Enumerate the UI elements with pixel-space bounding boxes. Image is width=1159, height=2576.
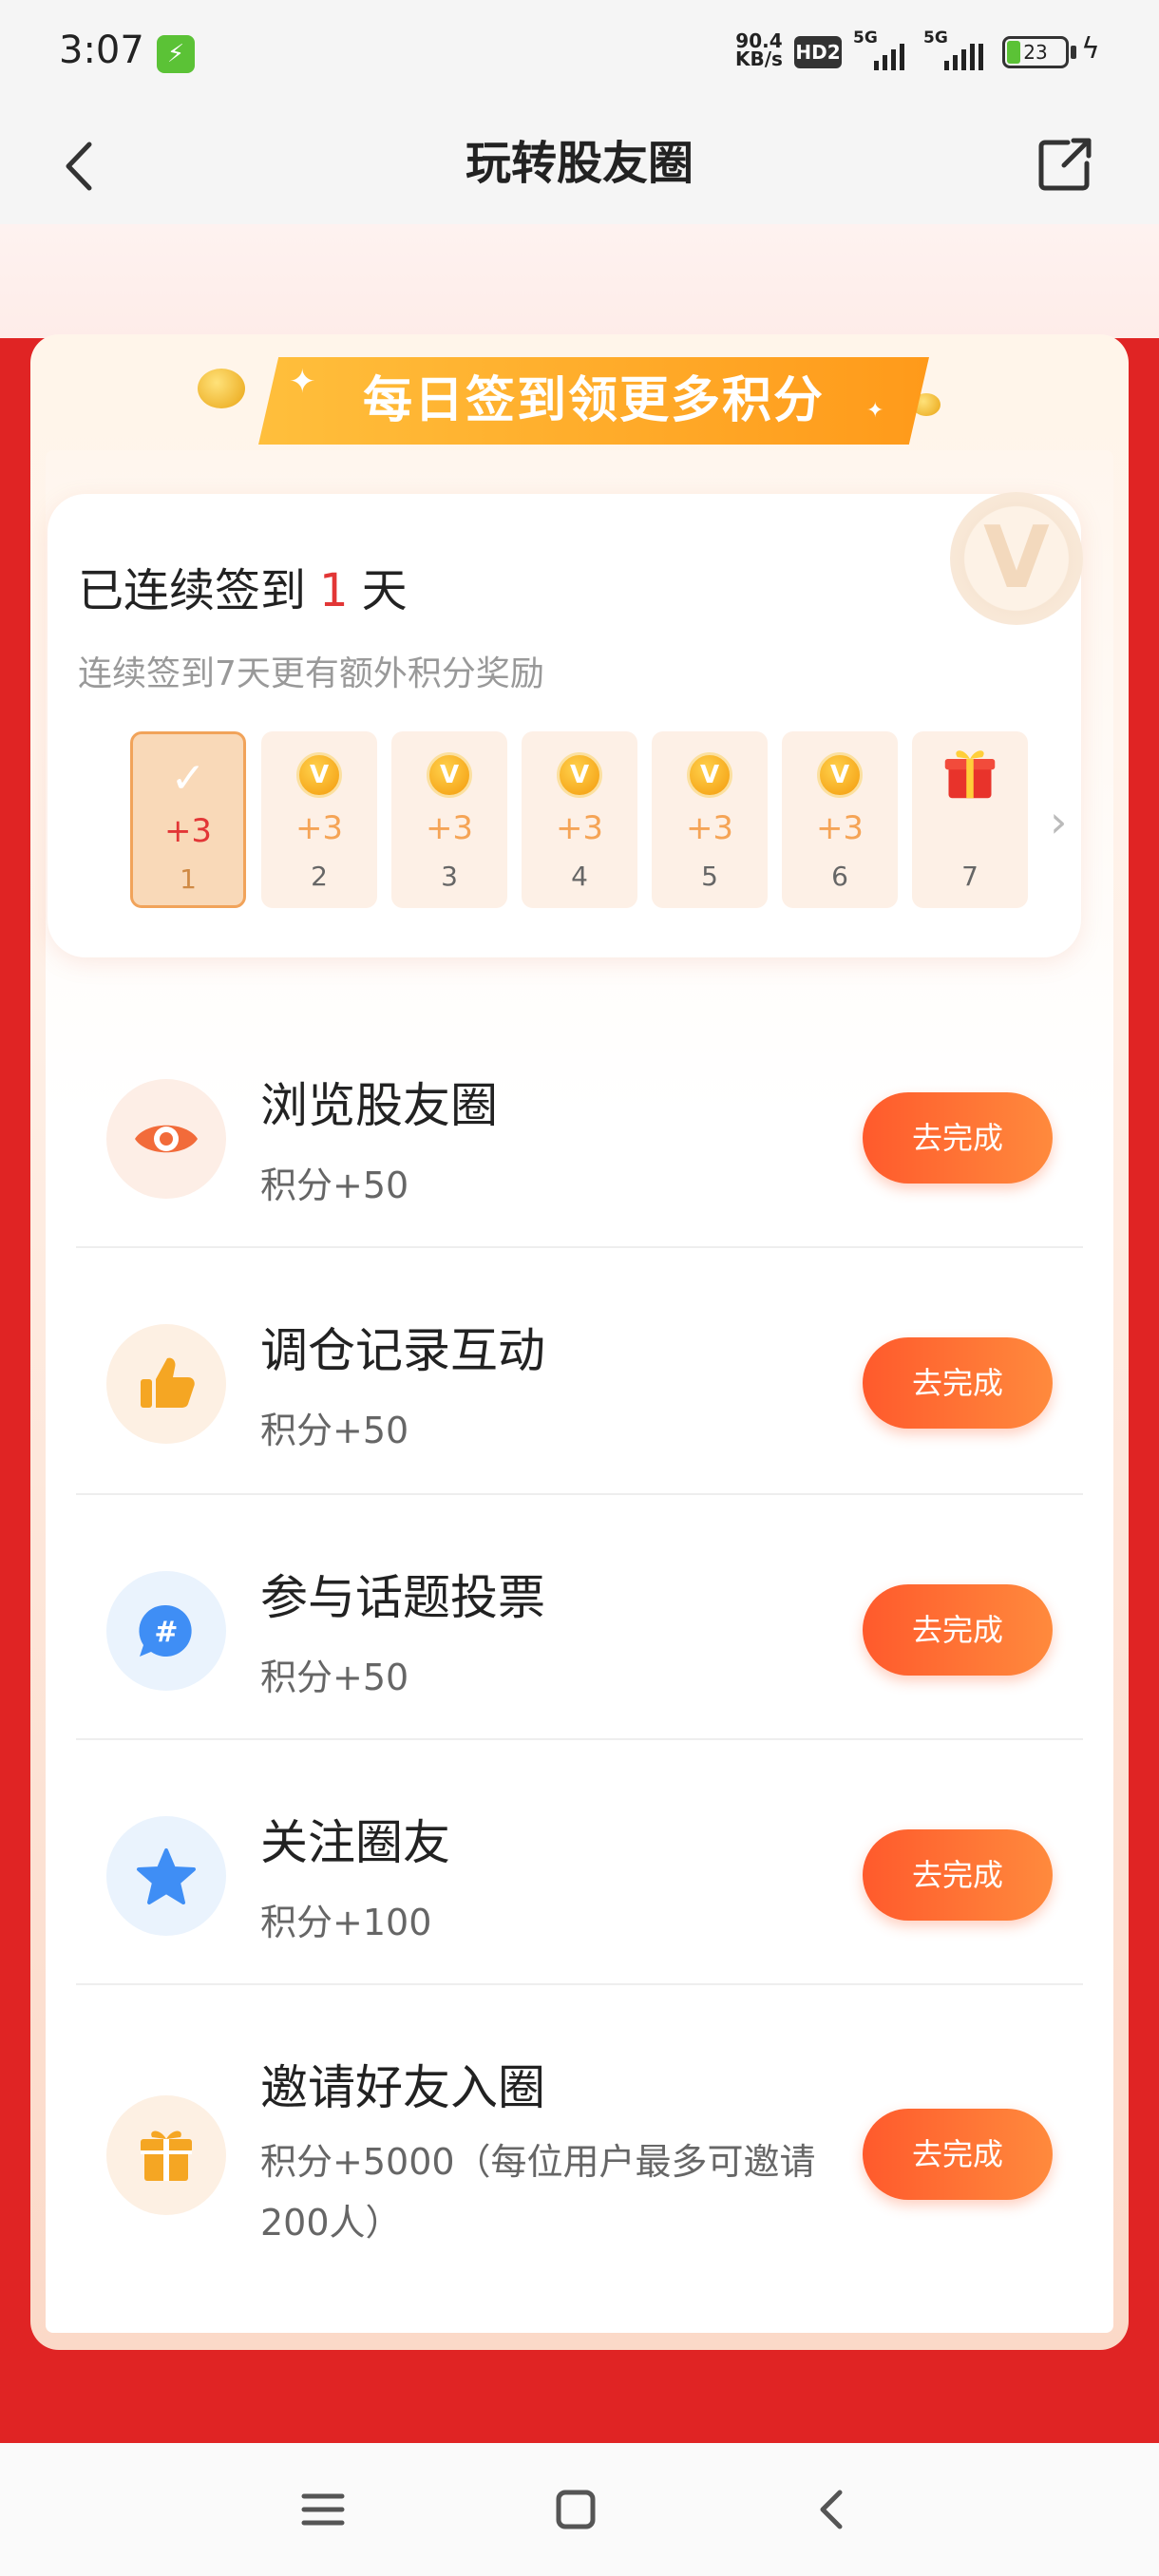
network-speed-unit: KB/s (735, 47, 783, 70)
share-button[interactable] (1032, 131, 1098, 198)
signal-icon: 5G (923, 28, 992, 70)
signal-icon: 5G (853, 28, 914, 70)
system-back-button[interactable] (804, 2481, 861, 2538)
coin-decoration-icon (198, 369, 245, 408)
signal-label: 5G (923, 28, 948, 47)
task-points: 积分+100 (260, 1902, 432, 1943)
v-coin-icon: V (687, 752, 732, 798)
sparkle-icon: ✦ (289, 363, 316, 401)
v-coin-icon: V (817, 752, 863, 798)
nav-bar: 玩转股友圈 (0, 104, 1159, 224)
hd-badge: HD2 (794, 36, 842, 68)
charging-icon: ⚡ (157, 35, 195, 73)
task-row: 浏览股友圈 积分+50 去完成 (76, 1028, 1083, 1248)
checkin-day-4[interactable]: V +3 4 (522, 731, 637, 908)
day-reward: +3 (555, 809, 604, 847)
gift-box-icon (944, 750, 996, 799)
day-reward: +3 (163, 812, 213, 850)
checkmark-icon: ✓ (170, 754, 206, 803)
checkin-days-count: 1 (319, 564, 349, 617)
day-number: 1 (180, 863, 197, 895)
v-coin-icon: V (427, 752, 472, 798)
v-coin-icon: V (557, 752, 602, 798)
task-title: 关注圈友 (260, 1815, 450, 1870)
task-points: 积分+5000（每位用户最多可邀请200人） (260, 2141, 816, 2244)
status-time: 3:07 (59, 28, 144, 72)
card-header: 每日签到领更多积分 ✦ ✦ (30, 334, 1129, 450)
checkin-day-6[interactable]: V +3 6 (782, 731, 898, 908)
v-coin-watermark-icon: V (950, 492, 1083, 625)
eye-icon (106, 1079, 226, 1199)
signal-label: 5G (853, 28, 878, 47)
banner-decoration (0, 224, 1159, 338)
sparkle-icon: ✦ (866, 399, 884, 423)
hashtag-chat-icon: # (106, 1571, 226, 1691)
go-complete-button[interactable]: 去完成 (863, 1337, 1053, 1429)
task-row: # 参与话题投票 积分+50 去完成 (76, 1495, 1083, 1740)
menu-button[interactable] (294, 2481, 352, 2538)
day-reward: +3 (815, 809, 864, 847)
task-row: 调仓记录互动 积分+50 去完成 (76, 1248, 1083, 1495)
checkin-subtitle: 连续签到7天更有额外积分奖励 (78, 654, 544, 693)
thumbs-up-icon (106, 1324, 226, 1444)
day-reward: +3 (425, 809, 474, 847)
checkin-title-prefix: 已连续签到 (78, 564, 307, 617)
system-navigation-bar (0, 2443, 1159, 2576)
task-points: 积分+50 (260, 1657, 409, 1698)
chevron-right-icon[interactable]: › (1050, 796, 1067, 847)
checkin-day-3[interactable]: V +3 3 (391, 731, 507, 908)
page-title: 玩转股友圈 (465, 137, 694, 190)
day-number: 5 (701, 861, 718, 892)
go-complete-button[interactable]: 去完成 (863, 1829, 1053, 1921)
task-points: 积分+50 (260, 1165, 409, 1206)
go-complete-button[interactable]: 去完成 (863, 1584, 1053, 1676)
task-title: 浏览股友圈 (260, 1078, 498, 1133)
star-icon (106, 1816, 226, 1936)
task-points: 积分+50 (260, 1410, 409, 1451)
task-title: 邀请好友入圈 (260, 2060, 545, 2115)
menu-icon (301, 2493, 345, 2526)
checkin-day-2[interactable]: V +3 2 (261, 731, 377, 908)
home-square-icon (556, 2490, 596, 2529)
task-title: 参与话题投票 (260, 1570, 545, 1625)
v-coin-icon: V (296, 752, 342, 798)
battery-icon: 23 (1002, 36, 1069, 68)
gift-icon (106, 2095, 226, 2215)
checkin-title-suffix: 天 (361, 564, 408, 617)
task-row: 邀请好友入圈 积分+5000（每位用户最多可邀请200人） 去完成 (76, 1985, 1083, 2299)
checkin-title: 已连续签到 1 天 (78, 553, 408, 619)
day-number: 7 (961, 861, 978, 892)
charging-bolt-icon: ϟ (1081, 32, 1100, 66)
checkin-day-7[interactable]: 7 (912, 731, 1028, 908)
daily-checkin-ribbon: 每日签到领更多积分 ✦ ✦ (258, 357, 929, 445)
day-number: 6 (831, 861, 848, 892)
status-bar: 3:07 ⚡ 90.4 KB/s HD2 5G 5G 23 ϟ (0, 0, 1159, 104)
network-speed: 90.4 KB/s (735, 31, 783, 70)
checkin-day-5[interactable]: V +3 5 (652, 731, 768, 908)
day-reward: +3 (294, 809, 344, 847)
home-button[interactable] (547, 2481, 604, 2538)
checkin-day-1[interactable]: ✓ +3 1 (130, 731, 246, 908)
ribbon-text: 每日签到领更多积分 (362, 372, 825, 429)
task-row: 关注圈友 积分+100 去完成 (76, 1740, 1083, 1985)
battery-level: 23 (1023, 41, 1048, 64)
back-triangle-icon (820, 2490, 843, 2529)
task-title: 调仓记录互动 (260, 1323, 545, 1378)
go-complete-button[interactable]: 去完成 (863, 2109, 1053, 2200)
share-icon (1038, 138, 1092, 191)
day-number: 2 (311, 861, 328, 892)
svg-text:#: # (154, 1616, 178, 1649)
day-reward: +3 (685, 809, 734, 847)
day-number: 3 (441, 861, 458, 892)
day-number: 4 (571, 861, 588, 892)
go-complete-button[interactable]: 去完成 (863, 1092, 1053, 1184)
battery-tip (1071, 46, 1076, 59)
